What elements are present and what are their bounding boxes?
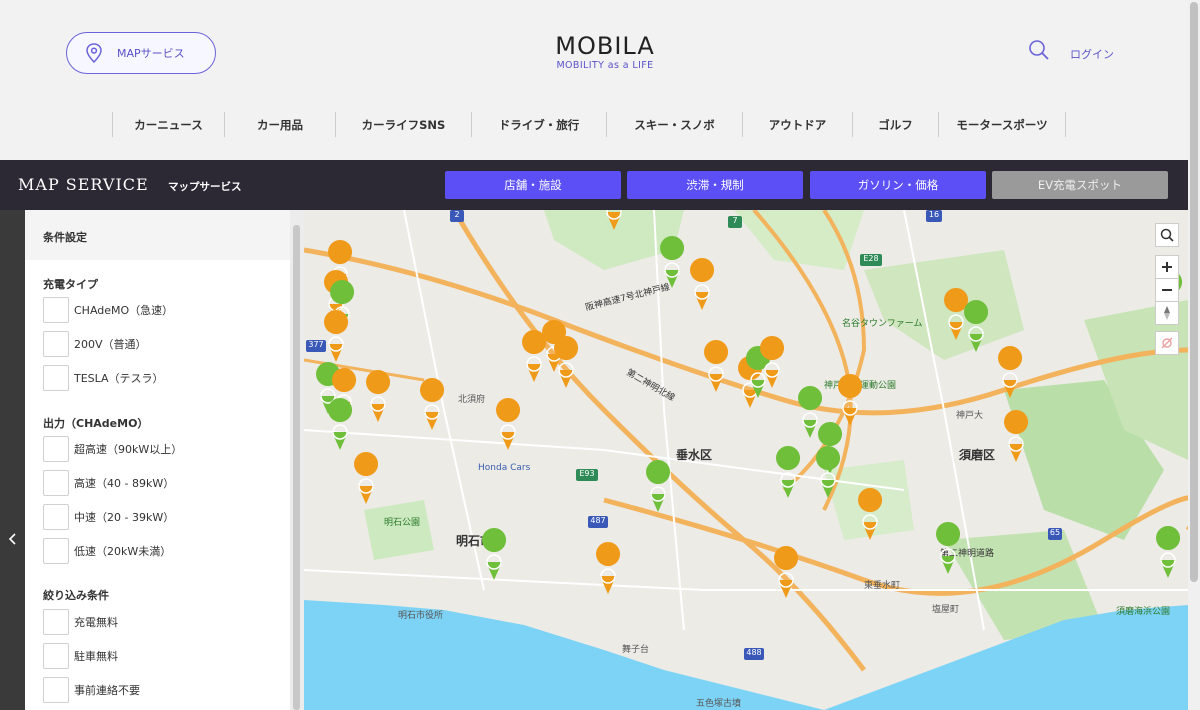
checkbox[interactable] xyxy=(43,504,69,530)
service-title: MAP SERVICE xyxy=(18,175,149,194)
checkbox[interactable] xyxy=(43,297,69,323)
option-chademo[interactable]: CHAdeMO（急速） xyxy=(43,297,173,323)
filter-title: 絞り込み条件 xyxy=(43,589,109,602)
zoom-out-button[interactable] xyxy=(1155,278,1179,302)
option-medium[interactable]: 中速（20 - 39kW） xyxy=(43,504,174,530)
map-service-bar: MAP SERVICE マップサービス 店舗・施設 渋滞・規制 ガソリン・価格 … xyxy=(0,160,1188,210)
logo-wordmark: MOBILA xyxy=(555,32,655,60)
option-fast[interactable]: 高速（40 - 89kW） xyxy=(43,470,174,496)
zoom-in-icon xyxy=(1162,262,1172,272)
location-off-icon xyxy=(1161,337,1173,349)
login-link[interactable]: ログイン xyxy=(1070,46,1114,62)
nav-item-car-news[interactable]: カーニュース xyxy=(112,112,224,137)
tab-traffic-restrictions[interactable]: 渋滞・規制 xyxy=(627,171,803,199)
sidebar-collapse-rail[interactable] xyxy=(0,210,25,710)
option-free-charging[interactable]: 充電無料 xyxy=(43,609,118,635)
sidebar-scrollbar-thumb[interactable] xyxy=(293,225,300,710)
output-title: 出力（CHAdeMO） xyxy=(43,417,149,430)
logo-tagline: MOBILITY as a LIFE xyxy=(556,60,654,71)
option-no-advance-contact[interactable]: 事前連絡不要 xyxy=(43,677,140,703)
checkbox[interactable] xyxy=(43,643,69,669)
search-icon[interactable] xyxy=(1028,39,1050,61)
map-search-button[interactable] xyxy=(1155,223,1179,247)
site-header: MAPサービス MOBILA MOBILITY as a LIFE ログイン カ… xyxy=(0,0,1188,160)
charging-spot-markers xyxy=(315,210,1183,599)
location-toggle-button[interactable] xyxy=(1155,331,1179,355)
nav-item-carlife-sns[interactable]: カーライフSNS xyxy=(335,112,471,137)
checkbox[interactable] xyxy=(43,609,69,635)
nav-item-ski-snowboard[interactable]: スキー・スノボ xyxy=(606,112,742,137)
location-pin-icon xyxy=(86,43,102,63)
option-tesla[interactable]: TESLA（テスラ） xyxy=(43,365,164,391)
option-200v[interactable]: 200V（普通） xyxy=(43,331,147,357)
checkbox[interactable] xyxy=(43,331,69,357)
nav-item-outdoor[interactable]: アウトドア xyxy=(742,112,852,137)
tab-gasoline-prices[interactable]: ガソリン・価格 xyxy=(810,171,986,199)
tab-stores-facilities[interactable]: 店舗・施設 xyxy=(445,171,621,199)
zoom-in-button[interactable] xyxy=(1155,255,1179,279)
option-ultra-fast[interactable]: 超高速（90kW以上） xyxy=(43,436,182,462)
main-nav: カーニュース カー用品 カーライフSNS ドライブ・旅行 スキー・スノボ アウト… xyxy=(112,112,1066,137)
compass-button[interactable] xyxy=(1155,301,1179,325)
chevron-left-icon[interactable] xyxy=(7,532,17,546)
checkbox[interactable] xyxy=(43,436,69,462)
checkbox[interactable] xyxy=(43,470,69,496)
conditions-title: 条件設定 xyxy=(25,210,290,260)
service-subtitle: マップサービス xyxy=(168,181,242,193)
page-scrollbar[interactable] xyxy=(1188,0,1200,710)
page-scrollbar-thumb[interactable] xyxy=(1190,2,1198,582)
option-slow[interactable]: 低速（20kW未満） xyxy=(43,538,171,564)
nav-item-car-goods[interactable]: カー用品 xyxy=(224,112,335,137)
search-icon xyxy=(1160,228,1174,242)
checkbox[interactable] xyxy=(43,677,69,703)
tab-ev-charging[interactable]: EV充電スポット xyxy=(992,171,1168,199)
option-free-parking[interactable]: 駐車無料 xyxy=(43,643,118,669)
zoom-out-icon xyxy=(1162,289,1172,291)
checkbox[interactable] xyxy=(43,365,69,391)
nav-item-drive-travel[interactable]: ドライブ・旅行 xyxy=(471,112,606,137)
map-canvas[interactable]: 垂水区 須磨区 明石市 北須府 明石市役所 第二神明道路 第二神明北線 阪神高速… xyxy=(304,210,1188,710)
site-logo[interactable]: MOBILA MOBILITY as a LIFE xyxy=(552,34,658,71)
map-service-label: MAPサービス xyxy=(117,47,185,60)
compass-icon xyxy=(1164,306,1170,320)
charge-type-title: 充電タイプ xyxy=(43,278,98,291)
map-service-button[interactable]: MAPサービス xyxy=(66,32,216,74)
filter-sidebar: 条件設定 充電タイプ CHAdeMO（急速） 200V（普通） TESLA（テス… xyxy=(25,210,290,710)
nav-item-motorsports[interactable]: モータースポーツ xyxy=(938,112,1066,137)
nav-item-golf[interactable]: ゴルフ xyxy=(852,112,938,137)
checkbox[interactable] xyxy=(43,538,69,564)
